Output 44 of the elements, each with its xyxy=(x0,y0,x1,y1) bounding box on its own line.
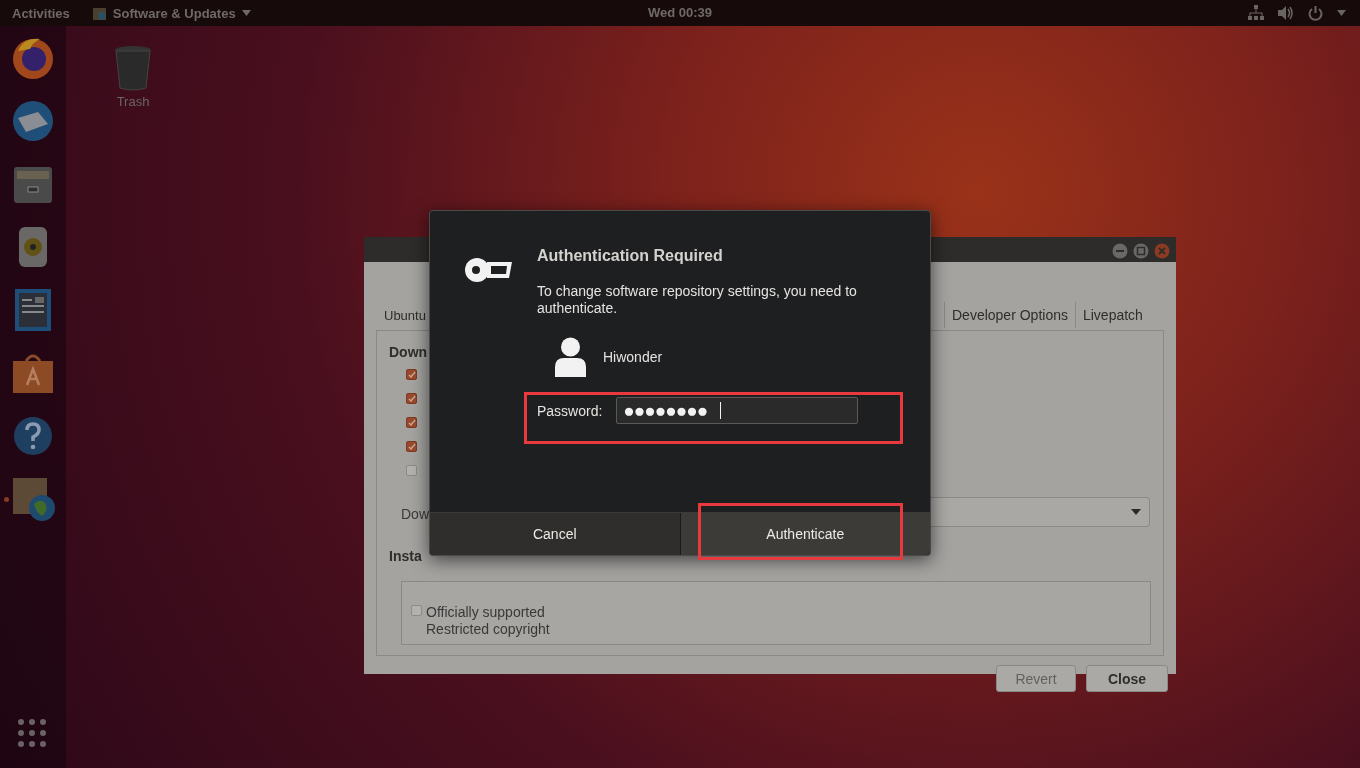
password-label: Password: xyxy=(537,402,603,419)
apps-grid-icon[interactable] xyxy=(17,718,47,748)
caret-icon xyxy=(241,10,251,16)
option-detail: Officially supported xyxy=(426,604,546,621)
help-icon[interactable] xyxy=(12,415,54,457)
option-detail: Restricted copyright xyxy=(426,621,550,638)
user-icon xyxy=(554,337,587,377)
download-from-label: Dow xyxy=(401,506,429,522)
app-menu[interactable]: Software & Updates xyxy=(112,5,236,21)
checkbox[interactable] xyxy=(406,369,417,380)
mail-icon[interactable] xyxy=(10,98,56,144)
minimize-icon[interactable] xyxy=(1112,243,1128,259)
dialog-title: Authentication Required xyxy=(537,247,724,265)
checkbox[interactable] xyxy=(406,465,417,476)
close-icon[interactable] xyxy=(1154,243,1170,259)
key-icon xyxy=(463,255,513,285)
checkbox[interactable] xyxy=(406,393,417,404)
tab[interactable]: Livepatch xyxy=(1074,302,1150,328)
checkbox[interactable] xyxy=(406,441,417,452)
power-icon[interactable] xyxy=(1308,5,1323,21)
tab[interactable]: Developer Options xyxy=(944,302,1075,328)
desktop-icon-label[interactable]: Trash xyxy=(116,94,150,109)
activities-button[interactable]: Activities xyxy=(12,5,70,21)
cancel-button[interactable]: Cancel xyxy=(430,513,680,555)
dialog-message: To change software repository settings, you need to authenticate. xyxy=(537,283,858,317)
close-button[interactable]: Close xyxy=(1086,665,1168,692)
app-icon xyxy=(91,5,107,21)
text-cursor xyxy=(720,402,722,419)
user-name: Hiwonder xyxy=(603,349,663,365)
checkbox[interactable] xyxy=(406,417,417,428)
clock[interactable]: Wed 00:39 xyxy=(630,5,730,20)
speaker-icon[interactable] xyxy=(16,225,50,269)
password-field[interactable]: ●●●●●●●● xyxy=(616,397,859,424)
dropdown-arrow-icon xyxy=(1131,509,1141,515)
network-icon[interactable] xyxy=(1248,5,1264,21)
authenticate-button[interactable]: Authenticate xyxy=(679,513,930,555)
checkbox[interactable] xyxy=(411,605,422,616)
tab[interactable]: Ubuntu xyxy=(384,308,426,323)
section-heading: Down xyxy=(389,344,428,360)
maximize-icon[interactable] xyxy=(1133,243,1149,259)
section-heading: Insta xyxy=(389,548,422,564)
volume-icon[interactable] xyxy=(1278,6,1294,20)
document-icon[interactable] xyxy=(13,287,53,333)
caret-icon[interactable] xyxy=(1337,10,1346,16)
